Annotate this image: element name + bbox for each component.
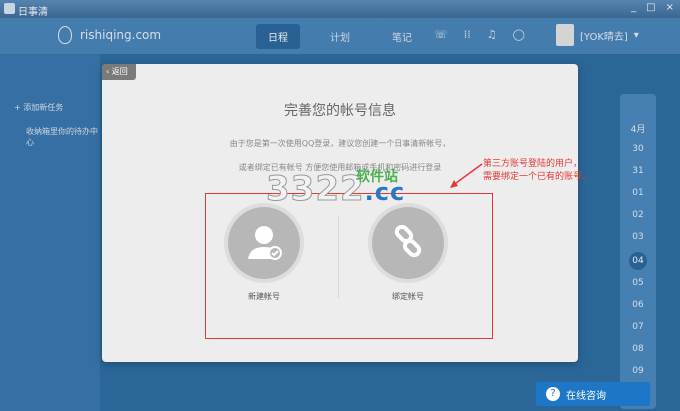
- modal-title: 完善您的帐号信息: [284, 103, 396, 119]
- online-consult-button[interactable]: ? 在线咨询: [536, 382, 650, 406]
- annotation-text: 第三方账号登陆的用户， 需要绑定一个已有的账号。: [483, 159, 592, 182]
- question-icon: ?: [546, 387, 560, 401]
- highlight-box: [205, 193, 493, 339]
- online-consult-label: 在线咨询: [566, 390, 606, 402]
- modal-description-1: 由于您是第一次使用QQ登录，建议您创建一个日事清新帐号，: [229, 139, 451, 148]
- back-button[interactable]: ‹ 返回: [102, 64, 136, 80]
- annotation-arrow: [450, 163, 483, 188]
- watermark-sub: 软件站: [356, 169, 398, 185]
